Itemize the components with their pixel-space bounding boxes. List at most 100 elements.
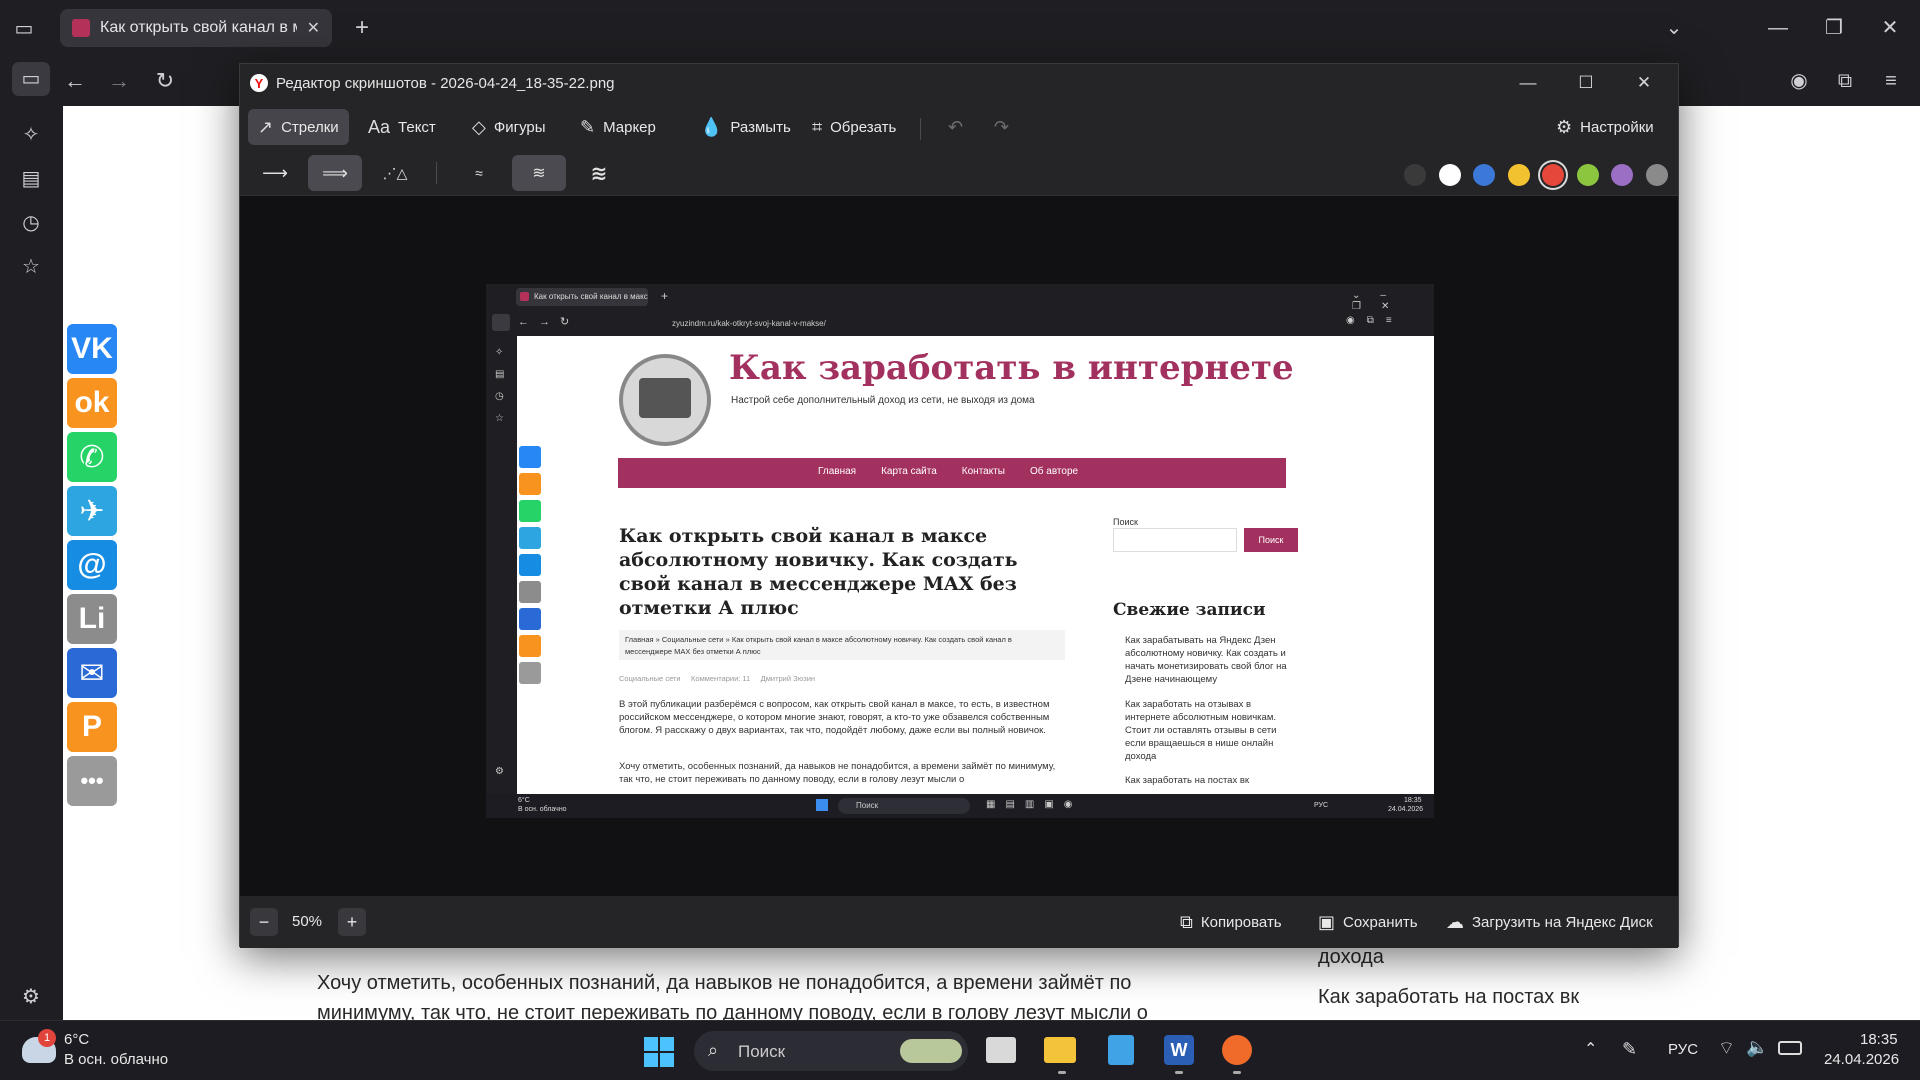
arrow-dotted-icon[interactable]: ⋰△ xyxy=(368,155,422,191)
editor-canvas[interactable]: Как открыть свой канал в макс + ⌄–❐✕ ←→↻… xyxy=(240,196,1678,896)
color-swatch[interactable] xyxy=(1404,164,1426,186)
zoom-in-button[interactable]: + xyxy=(338,908,366,936)
preview-article-title: Как открыть свой канал в максе абсолютно… xyxy=(619,525,1018,619)
preview-url: zyuzindm.ru/kak-otkryt-svoj-kanal-v-maks… xyxy=(672,319,826,328)
battery-icon[interactable] xyxy=(1778,1041,1802,1055)
zoom-out-button[interactable]: − xyxy=(250,908,278,936)
preview-para2: Хочу отметить, особенных познаний, да на… xyxy=(619,761,1056,785)
menu-icon[interactable]: ≡ xyxy=(1878,68,1904,94)
notepad-icon[interactable] xyxy=(1108,1035,1134,1065)
extensions-icon[interactable]: ⧉ xyxy=(1832,68,1858,94)
arrow-double-icon[interactable]: ⟹ xyxy=(308,155,362,191)
profile-icon[interactable]: ◉ xyxy=(1786,68,1812,94)
stroke-medium-icon[interactable]: ≋ xyxy=(512,155,566,191)
clock-date[interactable]: 24.04.2026 xyxy=(1824,1051,1899,1068)
preview-search: Поиск xyxy=(838,798,970,814)
preview-nav-icons: ←→↻ xyxy=(518,316,580,328)
stroke-thin-icon[interactable]: ≈ xyxy=(452,155,506,191)
restore-icon[interactable]: ❐ xyxy=(1822,16,1846,40)
taskbar-search[interactable]: ⌕ Поиск xyxy=(694,1031,968,1071)
wifi-icon[interactable]: ⌔ xyxy=(1718,1037,1735,1060)
tool-text-label: Текст xyxy=(398,118,436,136)
tool-blur-button[interactable]: 💧 Размыть xyxy=(690,109,801,145)
undo-icon[interactable]: ↶ xyxy=(938,109,973,145)
language-indicator[interactable]: РУС xyxy=(1668,1041,1698,1058)
tool-shapes-icon: ◇ xyxy=(472,116,486,137)
preview-toolbar-icons: ◉⧉≡ xyxy=(1346,315,1404,326)
task-view-icon[interactable] xyxy=(986,1037,1016,1063)
share-vk-button[interactable]: VK xyxy=(67,324,117,374)
color-swatch[interactable] xyxy=(1438,164,1461,186)
copy-button[interactable]: ⧉ Копировать xyxy=(1180,904,1282,940)
share-email-button[interactable]: ✉ xyxy=(67,648,117,698)
preview-nav-bar: ←→↻ zyuzindm.ru/kak-otkryt-svoj-kanal-v-… xyxy=(486,310,1434,336)
weather-temp[interactable]: 6°C xyxy=(64,1031,89,1048)
browser-tab[interactable]: Как открыть свой канал в макс ✕ xyxy=(60,9,332,47)
new-tab-button[interactable]: + xyxy=(350,16,374,40)
arrow-style-bar: ⟶ ⟹ ⋰△ ≈ ≋ ≋ xyxy=(240,150,1678,196)
save-label: Сохранить xyxy=(1343,913,1418,931)
minimize-icon[interactable]: — xyxy=(1766,16,1790,40)
editor-toolbar: ↗ Стрелки Aa Текст ◇ Фигуры ✎ Маркер 💧 Размыть ⌗ Об… xyxy=(240,102,1678,150)
share-telegram-button[interactable]: ✈ xyxy=(67,486,117,536)
tool-crop-icon: ⌗ xyxy=(812,116,823,137)
forward-icon[interactable]: → xyxy=(106,68,132,94)
start-icon[interactable] xyxy=(644,1037,674,1067)
alice-icon[interactable]: ✧ xyxy=(15,118,47,150)
firefox-icon[interactable] xyxy=(1222,1035,1252,1065)
arrow-thin-icon[interactable]: ⟶ xyxy=(248,155,302,191)
search-icon: ⌕ xyxy=(708,1040,719,1060)
reload-icon[interactable]: ↻ xyxy=(152,68,178,94)
tab-title: Как открыть свой канал в макс xyxy=(100,19,297,36)
share-pinterest-button[interactable]: P xyxy=(67,702,117,752)
weather-desc[interactable]: В осн. облачно xyxy=(64,1051,168,1068)
share-more-button[interactable]: ••• xyxy=(67,756,117,806)
preview-logo-icon xyxy=(619,354,711,446)
stroke-thick-icon[interactable]: ≋ xyxy=(572,155,626,191)
tool-text-button[interactable]: Aa Текст xyxy=(358,109,446,145)
bookmarks-icon[interactable]: ☆ xyxy=(15,250,47,282)
color-swatch[interactable] xyxy=(1507,164,1530,186)
color-swatch[interactable] xyxy=(1645,164,1668,186)
tray-pen-icon[interactable]: ✎ xyxy=(1622,1039,1637,1060)
color-swatch[interactable] xyxy=(1542,164,1564,186)
settings-button[interactable]: ⚙ Настройки xyxy=(1546,109,1664,145)
color-swatch[interactable] xyxy=(1473,164,1495,186)
editor-close-icon[interactable]: ✕ xyxy=(1616,64,1672,102)
tool-arrows-button[interactable]: ↗ Стрелки xyxy=(248,109,349,145)
back-icon[interactable]: ← xyxy=(62,68,88,94)
close-window-icon[interactable]: ✕ xyxy=(1878,16,1902,40)
settings-gear-icon[interactable]: ⚙ xyxy=(15,980,47,1012)
preview-taskbar: 6°C В осн. облачно Поиск ▦▤▥▣◉ РУС 18:35… xyxy=(486,794,1434,818)
editor-minimize-icon[interactable]: — xyxy=(1500,64,1556,102)
preview-weather: 6°C xyxy=(518,797,530,804)
sidebar-toggle-icon[interactable]: ▭ xyxy=(12,62,50,96)
redo-icon[interactable]: ↷ xyxy=(984,109,1019,145)
history-icon[interactable]: ◷ xyxy=(15,206,47,238)
share-whatsapp-button[interactable]: ✆ xyxy=(67,432,117,482)
screenshot-editor-window: Y Редактор скриншотов - 2026-04-24_18-35… xyxy=(239,63,1679,948)
tabs-dropdown-icon[interactable]: ⌄ xyxy=(1662,16,1686,40)
browser-tab-bar: ▭ Как открыть свой канал в макс ✕ + ⌄ — … xyxy=(0,0,1920,56)
color-swatch[interactable] xyxy=(1611,164,1633,186)
tab-collections-icon[interactable]: ▭ xyxy=(12,18,36,40)
volume-icon[interactable]: 🔈 xyxy=(1746,1037,1768,1058)
windows-taskbar: 1 6°C В осн. облачно ⌕ Поиск W ⌃ ✎ РУС ⌔… xyxy=(0,1020,1920,1080)
tray-chevron-icon[interactable]: ⌃ xyxy=(1584,1039,1597,1059)
tool-shapes-button[interactable]: ◇ Фигуры xyxy=(462,109,556,145)
saved-icon[interactable]: ▤ xyxy=(15,162,47,194)
tool-marker-button[interactable]: ✎ Маркер xyxy=(570,109,666,145)
editor-maximize-icon[interactable]: ☐ xyxy=(1558,64,1614,102)
file-explorer-icon[interactable] xyxy=(1044,1037,1076,1063)
share-ok-button[interactable]: ok xyxy=(67,378,117,428)
clock-time[interactable]: 18:35 xyxy=(1860,1031,1898,1048)
color-swatch[interactable] xyxy=(1576,164,1599,186)
save-button[interactable]: ▣ Сохранить xyxy=(1318,904,1418,940)
share-liveinternet-button[interactable]: Li xyxy=(67,594,117,644)
share-mail-button[interactable]: @ xyxy=(67,540,117,590)
tab-close-icon[interactable]: ✕ xyxy=(307,18,320,38)
word-icon[interactable]: W xyxy=(1164,1035,1194,1065)
recent-line[interactable]: Как заработать на постах вк xyxy=(1318,982,1718,1012)
upload-button[interactable]: ☁ Загрузить на Яндекс Диск xyxy=(1446,904,1653,940)
tool-crop-button[interactable]: ⌗ Обрезать xyxy=(802,109,906,145)
